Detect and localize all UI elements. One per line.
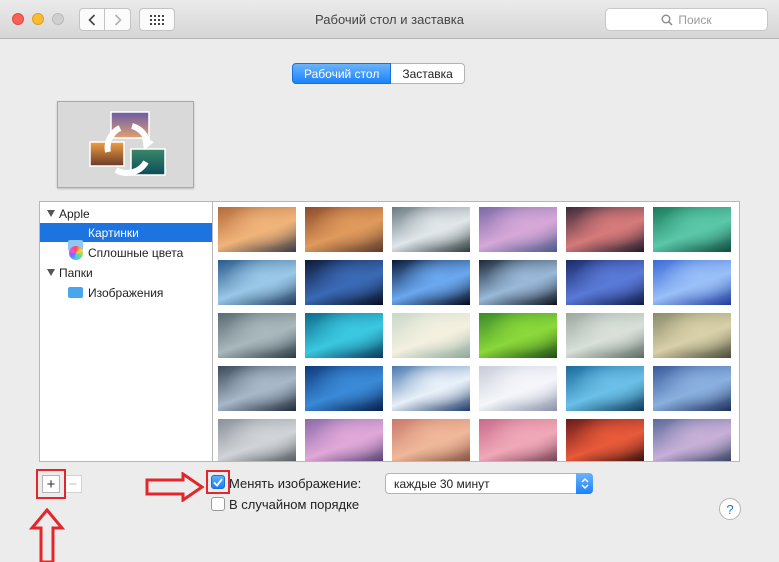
tab-screensaver[interactable]: Заставка xyxy=(391,63,465,84)
random-order-checkbox[interactable] xyxy=(211,497,225,511)
annotation-box-add xyxy=(36,469,66,499)
sidebar-item-label: Сплошные цвета xyxy=(88,245,184,260)
wallpaper-thumbnail[interactable] xyxy=(566,207,644,252)
wallpaper-thumbnail[interactable] xyxy=(653,419,731,461)
wallpaper-thumbnail[interactable] xyxy=(392,366,470,411)
change-picture-checkbox[interactable] xyxy=(211,475,225,489)
current-wallpaper-preview xyxy=(57,101,194,188)
sidebar-group-folders[interactable]: Папки xyxy=(40,263,212,282)
wallpaper-thumbnail[interactable] xyxy=(653,366,731,411)
search-field[interactable]: Поиск xyxy=(605,8,768,31)
sidebar-item-images[interactable]: Изображения xyxy=(40,283,212,302)
pictures-folder-icon xyxy=(68,287,83,298)
wallpaper-grid xyxy=(218,207,731,461)
sidebar-item-solid-colors[interactable]: Сплошные цвета xyxy=(40,243,212,262)
source-list: Apple Картинки Сплошные цвета Папки Изоб… xyxy=(39,201,212,462)
tab-desktop[interactable]: Рабочий стол xyxy=(292,63,392,84)
checkmark-icon xyxy=(213,477,223,487)
help-button[interactable]: ? xyxy=(719,498,741,520)
disclosure-triangle-icon[interactable] xyxy=(47,210,55,217)
sidebar-item-label: Картинки xyxy=(88,225,139,240)
wallpaper-thumbnail[interactable] xyxy=(653,207,731,252)
wallpaper-thumbnail[interactable] xyxy=(479,313,557,358)
wallpaper-grid-pane xyxy=(212,201,740,462)
wallpaper-thumbnail[interactable] xyxy=(218,419,296,461)
sidebar-group-label: Apple xyxy=(59,206,90,221)
wallpaper-thumbnail[interactable] xyxy=(653,313,731,358)
wallpaper-thumbnail[interactable] xyxy=(392,260,470,305)
annotation-arrow-right-icon xyxy=(145,472,205,502)
wallpaper-thumbnail[interactable] xyxy=(305,207,383,252)
wallpaper-thumbnail[interactable] xyxy=(305,260,383,305)
wallpaper-thumbnail[interactable] xyxy=(218,207,296,252)
search-icon xyxy=(661,14,673,26)
wallpaper-thumbnail[interactable] xyxy=(218,366,296,411)
tab-bar: Рабочий стол Заставка xyxy=(292,63,465,84)
wallpaper-thumbnail[interactable] xyxy=(305,313,383,358)
wallpaper-thumbnail[interactable] xyxy=(392,419,470,461)
interval-popup[interactable]: каждые 30 минут xyxy=(385,473,593,494)
wallpaper-thumbnail[interactable] xyxy=(479,366,557,411)
wallpaper-thumbnail[interactable] xyxy=(392,207,470,252)
wallpaper-thumbnail[interactable] xyxy=(305,366,383,411)
interval-value: каждые 30 минут xyxy=(394,477,490,491)
color-wheel-icon xyxy=(69,245,83,260)
sidebar-group-label: Папки xyxy=(59,265,93,280)
wallpaper-thumbnail[interactable] xyxy=(218,313,296,358)
wallpaper-thumbnail[interactable] xyxy=(566,260,644,305)
title-bar: Рабочий стол и заставка Поиск xyxy=(0,0,779,39)
search-placeholder: Поиск xyxy=(678,12,712,27)
wallpaper-thumbnail[interactable] xyxy=(566,366,644,411)
wallpaper-thumbnail[interactable] xyxy=(479,260,557,305)
wallpaper-thumbnail[interactable] xyxy=(479,419,557,461)
wallpaper-thumbnail[interactable] xyxy=(653,260,731,305)
sidebar-group-apple[interactable]: Apple xyxy=(40,204,212,223)
sidebar-item-pictures[interactable]: Картинки xyxy=(40,223,212,251)
popup-arrows-icon xyxy=(576,473,593,494)
disclosure-triangle-icon[interactable] xyxy=(47,269,55,276)
wallpaper-thumbnail[interactable] xyxy=(566,419,644,461)
remove-folder-button[interactable]: − xyxy=(64,475,82,493)
rotating-pictures-icon xyxy=(89,111,166,176)
sidebar-item-label: Изображения xyxy=(88,285,164,300)
annotation-arrow-up-icon xyxy=(29,508,65,562)
wallpaper-thumbnail[interactable] xyxy=(392,313,470,358)
wallpaper-thumbnail[interactable] xyxy=(479,207,557,252)
change-picture-label: Менять изображение: xyxy=(229,476,362,491)
random-order-label: В случайном порядке xyxy=(229,497,360,512)
wallpaper-thumbnail[interactable] xyxy=(305,419,383,461)
wallpaper-thumbnail[interactable] xyxy=(566,313,644,358)
wallpaper-thumbnail[interactable] xyxy=(218,260,296,305)
